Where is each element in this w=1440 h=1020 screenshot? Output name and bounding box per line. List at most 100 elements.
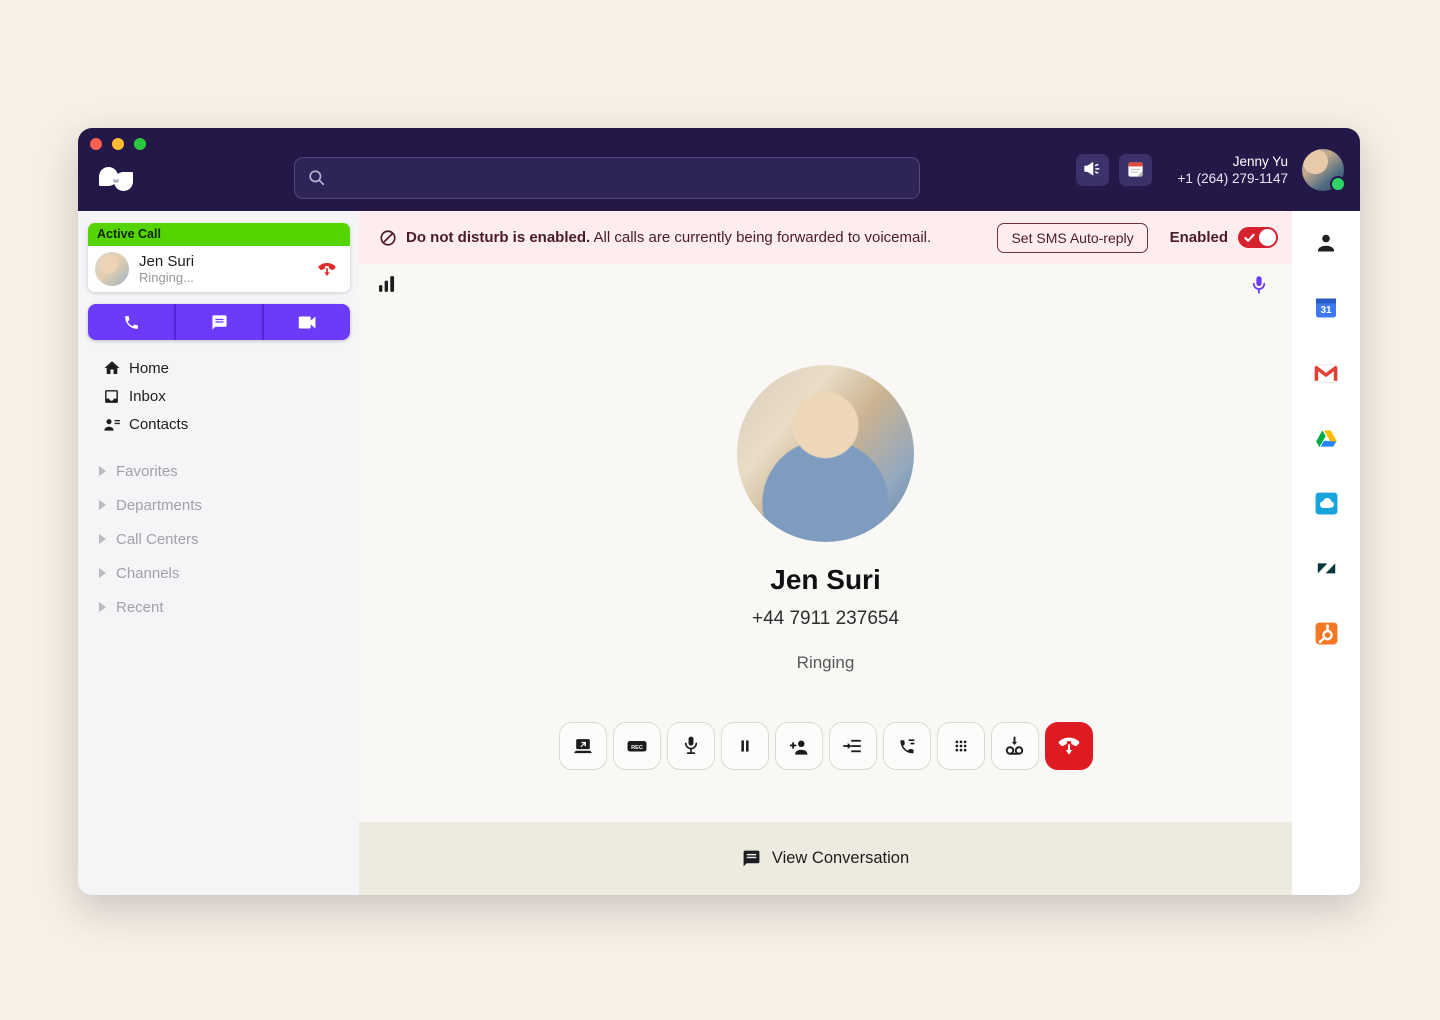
mute-mic-icon (682, 735, 700, 757)
section-label: Channels (116, 565, 179, 582)
active-call-card[interactable]: Jen Suri Ringing... (88, 246, 350, 292)
search-bar (294, 157, 920, 199)
microphone-indicator-icon[interactable] (1250, 274, 1268, 298)
call-summary: Jen Suri +44 7911 237654 Ringing (359, 264, 1292, 673)
active-call-header: Active Call (88, 223, 350, 246)
dnd-message-bold: Do not disturb is enabled. (406, 229, 590, 246)
user-number: +1 (264) 279-1147 (1178, 170, 1288, 187)
contact-avatar (95, 252, 129, 286)
sidebar-item-home[interactable]: Home (78, 354, 359, 382)
voicemail-download-icon (1003, 736, 1026, 757)
signal-strength-icon (379, 274, 397, 294)
add-caller-button[interactable] (775, 722, 823, 770)
call-controls: REC (359, 722, 1292, 770)
section-channels[interactable]: Channels (78, 556, 359, 590)
chevron-right-icon (99, 500, 106, 510)
contact-integration-button[interactable] (1312, 230, 1340, 256)
google-drive-icon (1314, 427, 1339, 450)
chat-icon (211, 314, 228, 331)
section-label: Recent (116, 599, 164, 616)
zoom-window-button[interactable] (134, 138, 146, 150)
hang-up-icon (1056, 735, 1082, 758)
home-icon (103, 359, 121, 377)
sidebar-item-contacts[interactable]: Contacts (78, 410, 359, 438)
integrations-rail: 31 (1292, 211, 1360, 895)
share-screen-button[interactable] (559, 722, 607, 770)
dnd-banner: Do not disturb is enabled. All calls are… (359, 211, 1292, 264)
share-screen-icon (572, 736, 594, 756)
user-avatar[interactable] (1302, 149, 1344, 191)
active-call-status: Ringing... (139, 270, 316, 285)
topbar-right: Jenny Yu +1 (264) 279-1147 (1076, 128, 1344, 211)
sidebar: Active Call Jen Suri Ringing... (78, 211, 359, 895)
toggle-knob (1259, 229, 1276, 246)
video-button[interactable] (262, 304, 350, 340)
contacts-icon (103, 415, 121, 433)
hang-up-button[interactable] (1045, 722, 1093, 770)
google-calendar-icon: 31 (1314, 296, 1338, 320)
contact-icon (1314, 231, 1338, 255)
mute-button[interactable] (667, 722, 715, 770)
caller-name: Jen Suri (770, 564, 880, 596)
window-controls (90, 138, 146, 150)
notes-icon (1126, 160, 1145, 179)
dnd-toggle-label: Enabled (1170, 229, 1228, 246)
dnd-toggle[interactable] (1238, 227, 1278, 248)
broadcast-button[interactable] (1076, 154, 1109, 186)
dialpad-grid-icon (952, 737, 970, 755)
caller-photo (737, 365, 914, 542)
google-calendar-button[interactable]: 31 (1312, 295, 1340, 321)
send-to-voicemail-button[interactable] (991, 722, 1039, 770)
message-button[interactable] (174, 304, 262, 340)
transfer-to-button[interactable] (829, 722, 877, 770)
section-label: Call Centers (116, 531, 199, 548)
zendesk-button[interactable] (1312, 555, 1340, 581)
chevron-right-icon (99, 466, 106, 476)
dnd-message: Do not disturb is enabled. All calls are… (406, 229, 931, 246)
section-favorites[interactable]: Favorites (78, 454, 359, 488)
phone-icon (123, 314, 140, 331)
close-window-button[interactable] (90, 138, 102, 150)
salesforce-button[interactable] (1312, 490, 1340, 516)
primary-nav: Home Inbox (78, 354, 359, 438)
videocam-icon (298, 315, 317, 330)
call-button[interactable] (88, 304, 174, 340)
megaphone-icon (1083, 161, 1102, 178)
section-call-centers[interactable]: Call Centers (78, 522, 359, 556)
main-panel: Do not disturb is enabled. All calls are… (359, 211, 1292, 895)
section-departments[interactable]: Departments (78, 488, 359, 522)
app-window: Jenny Yu +1 (264) 279-1147 Active Call J… (78, 128, 1360, 895)
hold-button[interactable] (721, 722, 769, 770)
search-input[interactable] (335, 169, 907, 188)
minimize-window-button[interactable] (112, 138, 124, 150)
do-not-disturb-icon (379, 229, 397, 247)
salesforce-icon (1314, 491, 1339, 516)
hubspot-button[interactable] (1312, 620, 1340, 646)
call-transfer-button[interactable] (883, 722, 931, 770)
active-call-widget: Active Call Jen Suri Ringing... (88, 223, 350, 292)
inbox-icon (103, 387, 121, 405)
dnd-message-rest: All calls are currently being forwarded … (594, 229, 932, 246)
active-call-info: Jen Suri Ringing... (139, 253, 316, 285)
quick-actions (88, 304, 350, 340)
section-recent[interactable]: Recent (78, 590, 359, 624)
hang-up-icon[interactable] (316, 260, 338, 279)
gmail-button[interactable] (1312, 360, 1340, 386)
dialpad-button[interactable] (937, 722, 985, 770)
topbar: Jenny Yu +1 (264) 279-1147 (78, 128, 1360, 211)
set-sms-autoreply-button[interactable]: Set SMS Auto-reply (997, 223, 1147, 253)
sidebar-item-inbox[interactable]: Inbox (78, 382, 359, 410)
active-call-contact-name: Jen Suri (139, 253, 316, 270)
record-icon: REC (625, 736, 649, 756)
view-conversation-bar[interactable]: View Conversation (359, 822, 1292, 895)
transfer-to-icon (842, 737, 863, 755)
check-icon (1244, 233, 1255, 243)
sidebar-item-label: Contacts (129, 416, 188, 433)
sidebar-item-label: Inbox (129, 388, 166, 405)
user-name: Jenny Yu (1178, 153, 1288, 170)
google-drive-button[interactable] (1312, 425, 1340, 451)
chevron-right-icon (99, 602, 106, 612)
record-button[interactable]: REC (613, 722, 661, 770)
notes-button[interactable] (1119, 154, 1152, 186)
sidebar-item-label: Home (129, 360, 169, 377)
